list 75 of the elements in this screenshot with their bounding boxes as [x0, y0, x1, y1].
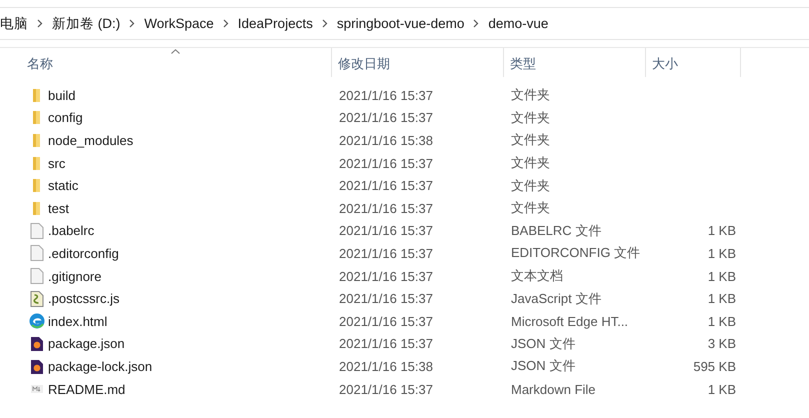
type-cell-text: 文件夹 [510, 131, 551, 150]
breadcrumb-item[interactable]: IdeaProjects [238, 16, 313, 31]
date-cell-text: 2021/1/16 15:37 [338, 200, 434, 216]
size-cell: 1 KB [708, 314, 736, 329]
chevron-icon [322, 19, 328, 28]
type-cell-text: JSON 文件 [510, 334, 576, 353]
date-cell-text: 2021/1/16 15:37 [338, 336, 434, 352]
chevron-icon [222, 19, 229, 28]
date-cell-text: 2021/1/16 15:37 [338, 246, 434, 261]
address-bar[interactable]: 电脑 新加卷 (D:) WorkSpace IdeaProjects springboot-vue-demo demo-vue [0, 7, 809, 40]
type-cell-text: 文件夹 [510, 154, 551, 172]
file-name[interactable]: package-lock.json [48, 358, 152, 374]
size-cell: 1 KB [708, 223, 736, 238]
breadcrumb-item[interactable]: 新加卷 (D:) [52, 14, 120, 32]
type-cell-text: BABELRC 文件 [510, 222, 602, 240]
file-name[interactable]: test [48, 200, 69, 216]
file-name[interactable]: .babelrc [48, 223, 94, 238]
type-cell-text: 文本文档 [510, 267, 564, 286]
file-icon [29, 268, 45, 284]
file-name[interactable]: package.json [48, 336, 125, 352]
size-cell: 1 KB [708, 382, 736, 397]
date-cell-text: 2021/1/16 15:37 [338, 110, 434, 126]
script-file-icon [29, 290, 45, 307]
file-name[interactable]: src [48, 156, 66, 171]
date-cell-text: 2021/1/16 15:37 [338, 268, 434, 284]
size-cell: 595 KB [693, 358, 736, 374]
breadcrumb-item[interactable]: 电脑 [0, 14, 28, 32]
file-name[interactable]: .postcssrc.js [48, 291, 120, 306]
size-cell: 3 KB [708, 336, 736, 352]
chevron-icon [37, 19, 43, 28]
file-name[interactable]: build [48, 88, 76, 103]
sort-caret-icon [171, 49, 180, 54]
file-name[interactable]: node_modules [48, 132, 134, 148]
date-cell-text: 2021/1/16 15:37 [338, 178, 434, 194]
breadcrumb-item[interactable]: springboot-vue-demo [336, 16, 464, 31]
type-cell-text: 文件夹 [510, 108, 551, 127]
type-cell-text: 文件夹 [510, 86, 551, 104]
breadcrumb-item[interactable]: demo-vue [488, 16, 548, 31]
type-cell-text: 文件夹 [510, 176, 551, 195]
size-cell: 1 KB [708, 246, 736, 261]
column-header[interactable]: 修改日期 [332, 48, 504, 77]
type-cell-text: 文件夹 [510, 199, 551, 218]
type-cell-text: JSON 文件 [510, 357, 576, 376]
date-cell-text: 2021/1/16 15:38 [338, 132, 434, 148]
date-cell-text: 2021/1/16 15:38 [338, 358, 434, 374]
date-cell-text: 2021/1/16 15:37 [338, 88, 434, 103]
date-cell-text: 2021/1/16 15:37 [338, 291, 434, 306]
date-cell-text: 2021/1/16 15:37 [338, 382, 434, 397]
json-file-icon [29, 358, 45, 374]
date-cell-text: 2021/1/16 15:37 [338, 156, 434, 171]
date-cell-text: 2021/1/16 15:37 [338, 314, 434, 329]
breadcrumb-item[interactable]: WorkSpace [144, 16, 214, 31]
markdown-file-icon [29, 385, 45, 394]
file-name[interactable]: config [48, 110, 83, 126]
chevron-icon [129, 19, 136, 28]
type-cell-text: JavaScript 文件 [510, 290, 602, 308]
type-cell-text: EDITORCONFIG 文件 [510, 244, 642, 262]
column-header[interactable]: 大小 [646, 48, 741, 77]
column-header[interactable]: 类型 [504, 48, 646, 77]
chevron-icon [473, 19, 480, 28]
file-name[interactable]: .editorconfig [48, 246, 119, 261]
type-cell-text: Microsoft Edge HT... [510, 314, 630, 329]
size-cell: 1 KB [708, 291, 736, 306]
file-name[interactable]: .gitignore [48, 268, 102, 284]
file-icon [29, 245, 45, 262]
file-name[interactable]: static [48, 178, 78, 194]
file-name[interactable]: README.md [48, 382, 126, 397]
file-name[interactable]: index.html [48, 314, 108, 329]
file-icon [29, 222, 45, 239]
date-cell-text: 2021/1/16 15:37 [338, 223, 434, 238]
browser-icon [29, 313, 45, 330]
json-file-icon [29, 336, 45, 352]
size-cell: 1 KB [708, 268, 736, 284]
type-cell-text: Markdown File [510, 382, 597, 397]
column-header[interactable]: 名称 [0, 48, 332, 77]
